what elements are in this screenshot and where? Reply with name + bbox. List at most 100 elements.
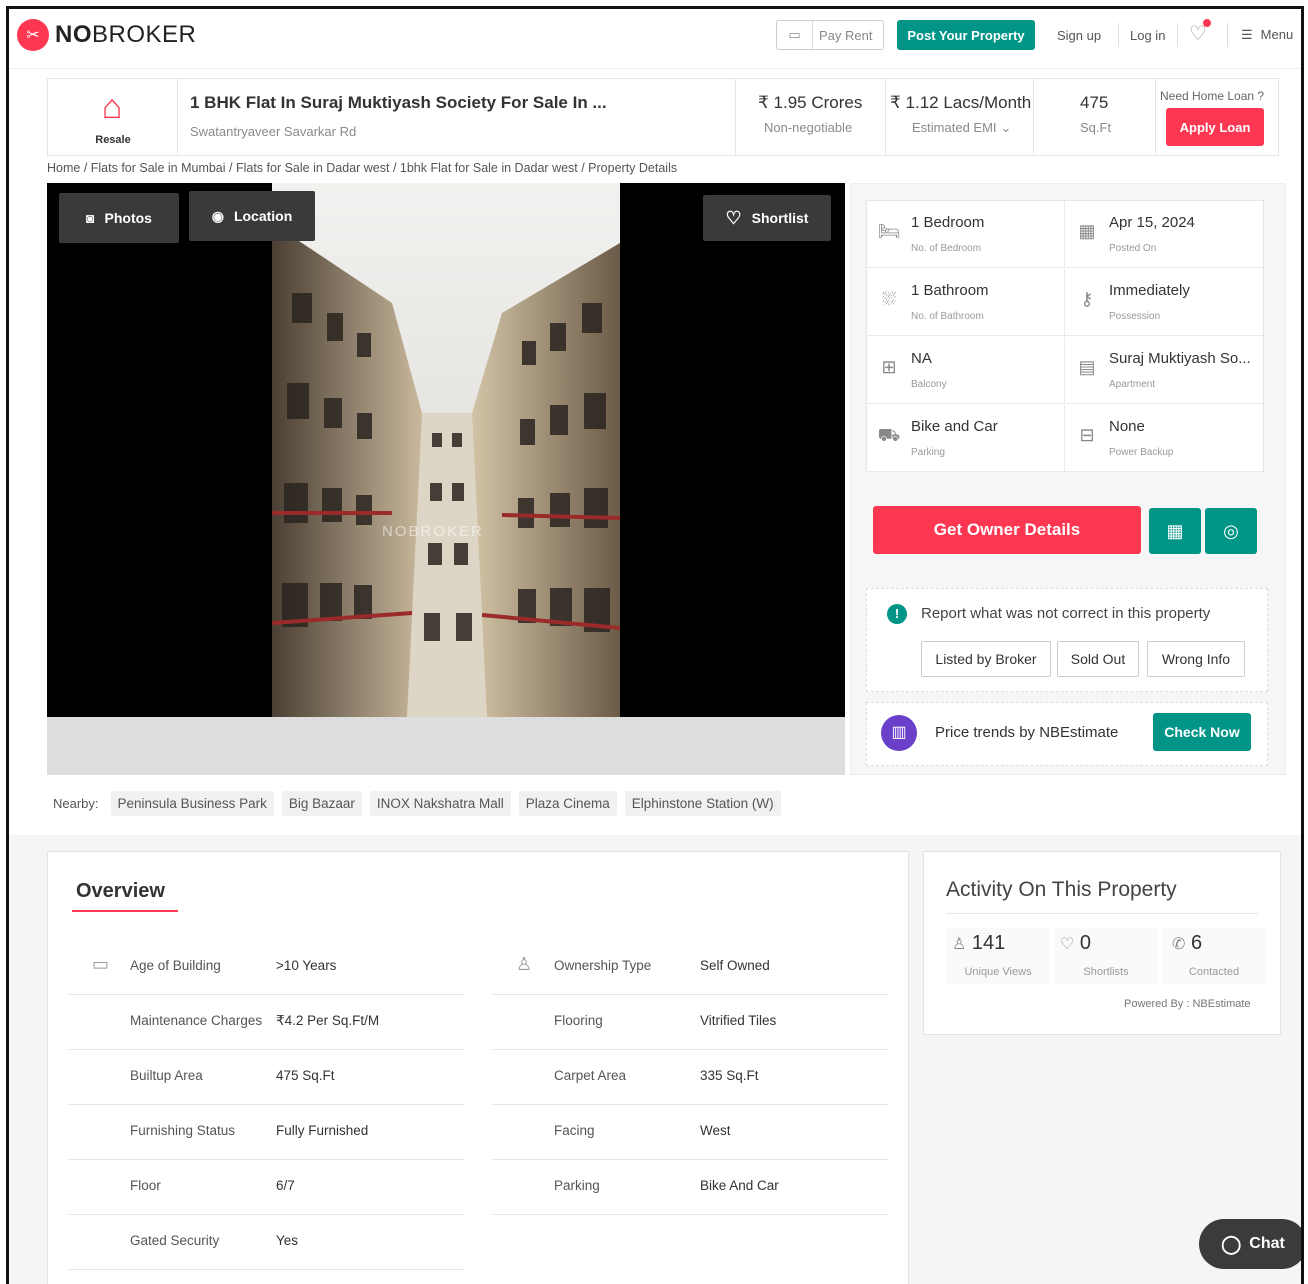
spec-label: No. of Bedroom (911, 243, 982, 254)
message-icon: ◎ (1223, 520, 1239, 541)
overview-value: >10 Years (276, 958, 337, 973)
overview-value: Fully Furnished (276, 1123, 369, 1138)
bed-icon: 🛏 (877, 221, 901, 241)
calendar-icon: ▦ (1078, 221, 1096, 241)
overview-key: Flooring (554, 1013, 603, 1028)
chat-owner-button[interactable]: ◎ (1205, 508, 1257, 554)
property-address: Swatantryaveer Savarkar Rd (190, 124, 357, 139)
spec-value: Suraj Muktiyash So... (1109, 350, 1251, 367)
overview-value: Yes (276, 1233, 299, 1248)
report-text: Report what was not correct in this prop… (921, 605, 1211, 622)
spec-item: ⊞ NA Balcony (867, 337, 1065, 404)
notification-dot (1203, 19, 1211, 27)
overview-row: Facing West (492, 1105, 888, 1160)
overview-key: Builtup Area (130, 1068, 203, 1083)
contacted-count: 6 (1190, 932, 1203, 954)
apply-loan-button[interactable]: Apply Loan (1166, 108, 1264, 146)
check-now-button[interactable]: Check Now (1153, 713, 1251, 751)
alert-icon: ! (887, 604, 907, 624)
sold-out-button[interactable]: Sold Out (1057, 641, 1139, 677)
loan-block: Need Home Loan ? Apply Loan (1156, 79, 1280, 155)
pay-rent-button[interactable]: ▭ Pay Rent (776, 20, 884, 50)
nearby-chip[interactable]: Plaza Cinema (518, 790, 617, 816)
chat-bubble-icon: ◯ (1221, 1233, 1242, 1254)
contacted-label: Contacted (1188, 966, 1240, 978)
post-property-button[interactable]: Post Your Property (897, 20, 1035, 50)
spec-item: ⊟ None Power Backup (1065, 405, 1263, 472)
views-count: 141 (971, 932, 1006, 954)
specs-grid: 🛏 1 Bedroom No. of Bedroom ▦ Apr 15, 2024 Pos… (866, 200, 1264, 472)
nearby-chip[interactable]: Elphinstone Station (W) (624, 790, 781, 816)
sign-up-link[interactable]: Sign up (1057, 28, 1101, 43)
overview-row: Furnishing Status Fully Furnished (68, 1105, 464, 1160)
heart-icon: ♡ (1060, 936, 1075, 953)
property-summary: ⌂ Resale 1 BHK Flat In Suraj Muktiyash S… (47, 78, 1279, 156)
watermark-text: NOBROKER (382, 523, 484, 540)
price-trend-box: ▥ Price trends by NBEstimate Check Now (866, 702, 1268, 766)
property-type-label: Resale (95, 134, 131, 146)
user-icon: ♙ (952, 936, 967, 953)
title-block: 1 BHK Flat In Suraj Muktiyash Society Fo… (178, 79, 736, 155)
shortlist-heart-icon[interactable]: ♡ (1189, 19, 1211, 46)
spec-value: 1 Bedroom (911, 214, 985, 231)
unique-views-stat: ♙ 141 Unique Views (946, 928, 1050, 984)
menu-button[interactable]: ☰ Menu (1241, 27, 1293, 43)
building-icon: ▤ (1078, 357, 1096, 377)
log-in-link[interactable]: Log in (1130, 28, 1165, 43)
photos-button[interactable]: ◙ Photos (59, 193, 179, 243)
overview-value: West (700, 1123, 731, 1138)
overview-value: ₹4.2 Per Sq.Ft/M (276, 1013, 380, 1028)
spec-value: Immediately (1109, 282, 1190, 299)
overview-heading: Overview (76, 880, 165, 902)
location-button[interactable]: ◉ Location (189, 191, 315, 241)
pay-rent-label: Pay Rent (819, 27, 873, 43)
report-box: ! Report what was not correct in this pr… (866, 588, 1268, 692)
loan-question: Need Home Loan ? (1160, 89, 1265, 103)
spec-item: ⛟ Bike and Car Parking (867, 405, 1065, 472)
ownership-icon: ♙ (516, 954, 533, 974)
bath-icon: ⛆ (881, 289, 897, 309)
spec-label: Balcony (911, 379, 947, 390)
building-age-icon: ▭ (92, 954, 110, 974)
wrong-info-button[interactable]: Wrong Info (1147, 641, 1245, 677)
nearby-chip[interactable]: Peninsula Business Park (110, 790, 274, 816)
price-trends-text: Price trends by NBEstimate (935, 724, 1119, 741)
compass-icon: ◉ (211, 207, 224, 224)
emi-note: Estimated EMI ⌄ (912, 120, 1012, 135)
spec-item: ⚷ Immediately Possession (1065, 269, 1263, 336)
chat-button[interactable]: ◯ Chat (1199, 1219, 1301, 1269)
overview-key: Carpet Area (554, 1068, 627, 1083)
nearby-places: Nearby: Peninsula Business Park Big Bazaa… (47, 784, 845, 822)
price-block: ₹ 1.95 Crores Non-negotiable (736, 79, 886, 155)
shortlist-button[interactable]: ♡ Shortlist (703, 195, 831, 241)
building-photo-image (272, 183, 620, 717)
divider (1177, 23, 1178, 47)
spec-label: Power Backup (1109, 447, 1174, 458)
listed-by-broker-button[interactable]: Listed by Broker (921, 641, 1051, 677)
overview-key: Ownership Type (554, 958, 652, 973)
spec-value: 1 Bathroom (911, 282, 989, 299)
logo-text-no: NO (55, 21, 92, 48)
price-note: Non-negotiable (764, 120, 853, 135)
balcony-icon: ⊞ (881, 357, 897, 377)
spec-item: 🛏 1 Bedroom No. of Bedroom (867, 201, 1065, 268)
resale-badge: ⌂ Resale (48, 79, 178, 155)
shortlists-stat: ♡ 0 Shortlists (1054, 928, 1158, 984)
overview-value: Self Owned (700, 958, 770, 973)
price-value: ₹ 1.95 Crores (758, 93, 863, 112)
overview-key: Floor (130, 1178, 161, 1193)
spec-value: Bike and Car (911, 418, 998, 435)
photo-gallery[interactable]: NOBROKER ◙ Photos ◉ Location ♡ Shortlist (47, 183, 845, 775)
shortlists-count: 0 (1079, 932, 1092, 954)
breadcrumb[interactable]: Home / Flats for Sale in Mumbai / Flats … (47, 161, 677, 175)
property-photo[interactable]: NOBROKER (272, 183, 620, 717)
views-label: Unique Views (964, 966, 1032, 978)
get-owner-details-button[interactable]: Get Owner Details (873, 506, 1141, 554)
nearby-chip[interactable]: Big Bazaar (281, 790, 362, 816)
overview-key: Gated Security (130, 1233, 220, 1248)
schedule-visit-button[interactable]: ▦ (1149, 508, 1201, 554)
emi-block[interactable]: ₹ 1.12 Lacs/Month Estimated EMI ⌄ (886, 79, 1034, 155)
spec-value: NA (911, 350, 932, 367)
nearby-chip[interactable]: INOX Nakshatra Mall (369, 790, 511, 816)
nobroker-logo[interactable]: ✂ NOBROKER (17, 19, 196, 51)
